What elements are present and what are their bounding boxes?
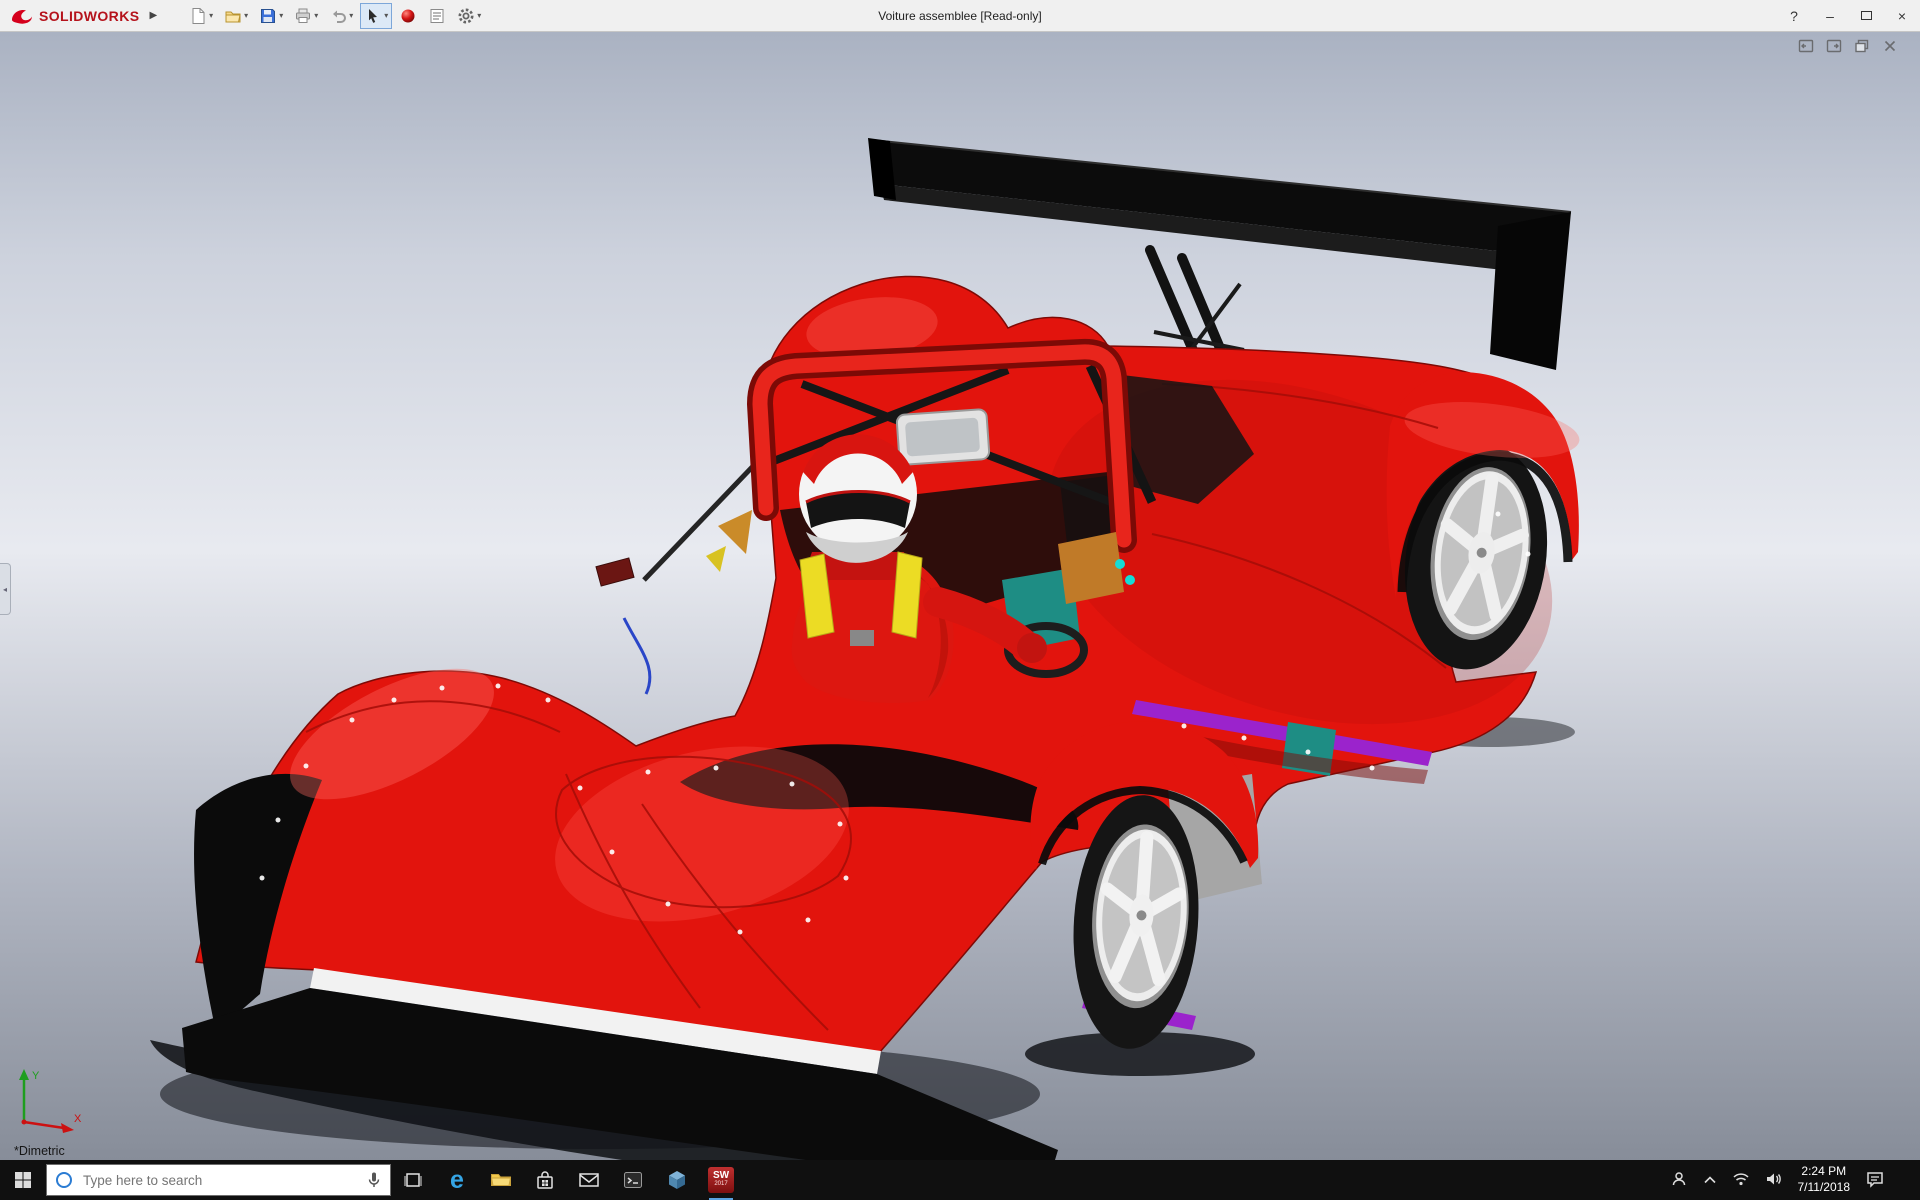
store-icon <box>537 1171 553 1189</box>
save-icon <box>261 8 276 23</box>
chevron-up-icon <box>1703 1175 1716 1183</box>
file-explorer-button[interactable] <box>479 1160 523 1200</box>
help-button[interactable]: ? <box>1776 0 1812 31</box>
dock-pane-right-icon[interactable] <box>1826 38 1842 57</box>
app-cube-button[interactable] <box>655 1160 699 1200</box>
undo-icon <box>333 10 347 23</box>
show-desktop-button[interactable] <box>1900 1160 1906 1200</box>
side-mirror <box>595 557 635 587</box>
speaker-icon <box>1766 1173 1781 1184</box>
window-controls: ? – × <box>1776 0 1920 31</box>
edge-button[interactable]: e <box>435 1160 479 1200</box>
orientation-triad: Y X <box>19 1069 82 1133</box>
close-document-icon[interactable] <box>1882 38 1898 57</box>
solidworks-logo: SOLIDWORKS <box>0 7 143 25</box>
ds-logo-icon <box>12 9 32 24</box>
options-button[interactable]: ▾ <box>453 3 485 29</box>
new-document-button[interactable]: ▾ <box>185 3 217 29</box>
hidden-icons-button[interactable] <box>1703 1173 1717 1188</box>
people-icon <box>1672 1171 1685 1185</box>
cortana-icon[interactable] <box>55 1171 73 1189</box>
store-button[interactable] <box>523 1160 567 1200</box>
taskbar-clock[interactable]: 2:24 PM 7/11/2018 <box>1798 1164 1851 1195</box>
maximize-icon <box>1860 11 1872 20</box>
clock-time: 2:24 PM <box>1801 1164 1847 1179</box>
network-button[interactable] <box>1732 1171 1750 1190</box>
open-button[interactable]: ▾ <box>220 3 252 29</box>
blue-wire <box>622 617 652 695</box>
search-input[interactable] <box>81 1171 358 1189</box>
triad-y-label: Y <box>32 1070 40 1082</box>
solidworks-2017-icon: SW 2017 <box>708 1167 734 1193</box>
mail-icon <box>579 1173 599 1187</box>
clock-date: 7/11/2018 <box>1797 1180 1851 1194</box>
start-button[interactable] <box>0 1160 46 1200</box>
volume-button[interactable] <box>1765 1171 1783 1190</box>
microphone-icon[interactable] <box>366 1171 382 1189</box>
triad-x-label: X <box>74 1113 82 1125</box>
dock-pane-left-icon[interactable] <box>1798 38 1814 57</box>
console-window-icon <box>624 1172 642 1188</box>
edge-icon: e <box>450 1165 464 1194</box>
people-button[interactable] <box>1670 1170 1688 1191</box>
material-sphere-button[interactable] <box>395 3 421 29</box>
windows-logo-icon <box>15 1172 31 1188</box>
mail-button[interactable] <box>567 1160 611 1200</box>
app-cube-icon <box>669 1171 685 1189</box>
network-wifi-icon <box>1732 1172 1749 1185</box>
panel-collapse-handle[interactable]: ◂ <box>0 563 11 615</box>
console-button[interactable] <box>611 1160 655 1200</box>
options-gear-icon <box>458 8 474 23</box>
sheet-format-button[interactable] <box>424 3 450 29</box>
task-view-button[interactable] <box>391 1160 435 1200</box>
view-orientation-label: *Dimetric <box>14 1144 65 1158</box>
brand-text: SOLIDWORKS <box>39 7 140 24</box>
minimize-button[interactable]: – <box>1812 0 1848 31</box>
material-sphere-icon <box>401 9 415 22</box>
print-button[interactable]: ▾ <box>290 3 322 29</box>
sheet-format-icon <box>430 8 444 23</box>
task-view-icon <box>404 1173 422 1187</box>
document-window-controls <box>1798 38 1898 57</box>
select-cursor-icon <box>369 8 378 23</box>
action-center-icon <box>1867 1171 1883 1188</box>
save-button[interactable]: ▾ <box>255 3 287 29</box>
car-model-3d[interactable] <box>0 32 1920 1160</box>
viewport-3d[interactable]: ◂ *Dimetric Y X <box>0 32 1920 1160</box>
taskbar-search[interactable] <box>46 1164 391 1196</box>
menu-expand-arrow[interactable]: ▶ <box>143 8 163 23</box>
select-tool-button[interactable]: ▾ <box>360 2 393 29</box>
print-icon <box>296 8 311 23</box>
close-button[interactable]: × <box>1884 0 1920 31</box>
quick-toolbar: ▾ ▾ ▾ ▾ ▾ ▾ ▾ <box>185 0 485 31</box>
undo-button[interactable]: ▾ <box>325 3 357 29</box>
titlebar: SOLIDWORKS ▶ ▾ ▾ ▾ ▾ ▾ ▾ ▾ Voiture assem… <box>0 0 1920 32</box>
maximize-button[interactable] <box>1848 0 1884 31</box>
system-tray: 2:24 PM 7/11/2018 <box>1670 1160 1920 1200</box>
screen: SOLIDWORKS ▶ ▾ ▾ ▾ ▾ ▾ ▾ ▾ Voiture assem… <box>0 0 1920 1200</box>
solidworks-app-button[interactable]: SW 2017 <box>699 1160 743 1200</box>
window-title: Voiture assemblee [Read-only] <box>878 8 1042 23</box>
restore-document-icon[interactable] <box>1854 38 1870 57</box>
notifications-button[interactable] <box>1865 1170 1885 1191</box>
windows-taskbar: e <box>0 1160 1920 1200</box>
new-document-icon <box>192 7 205 24</box>
file-explorer-icon <box>490 1174 512 1186</box>
open-folder-icon <box>225 11 241 22</box>
windscreen-panel <box>895 408 991 466</box>
